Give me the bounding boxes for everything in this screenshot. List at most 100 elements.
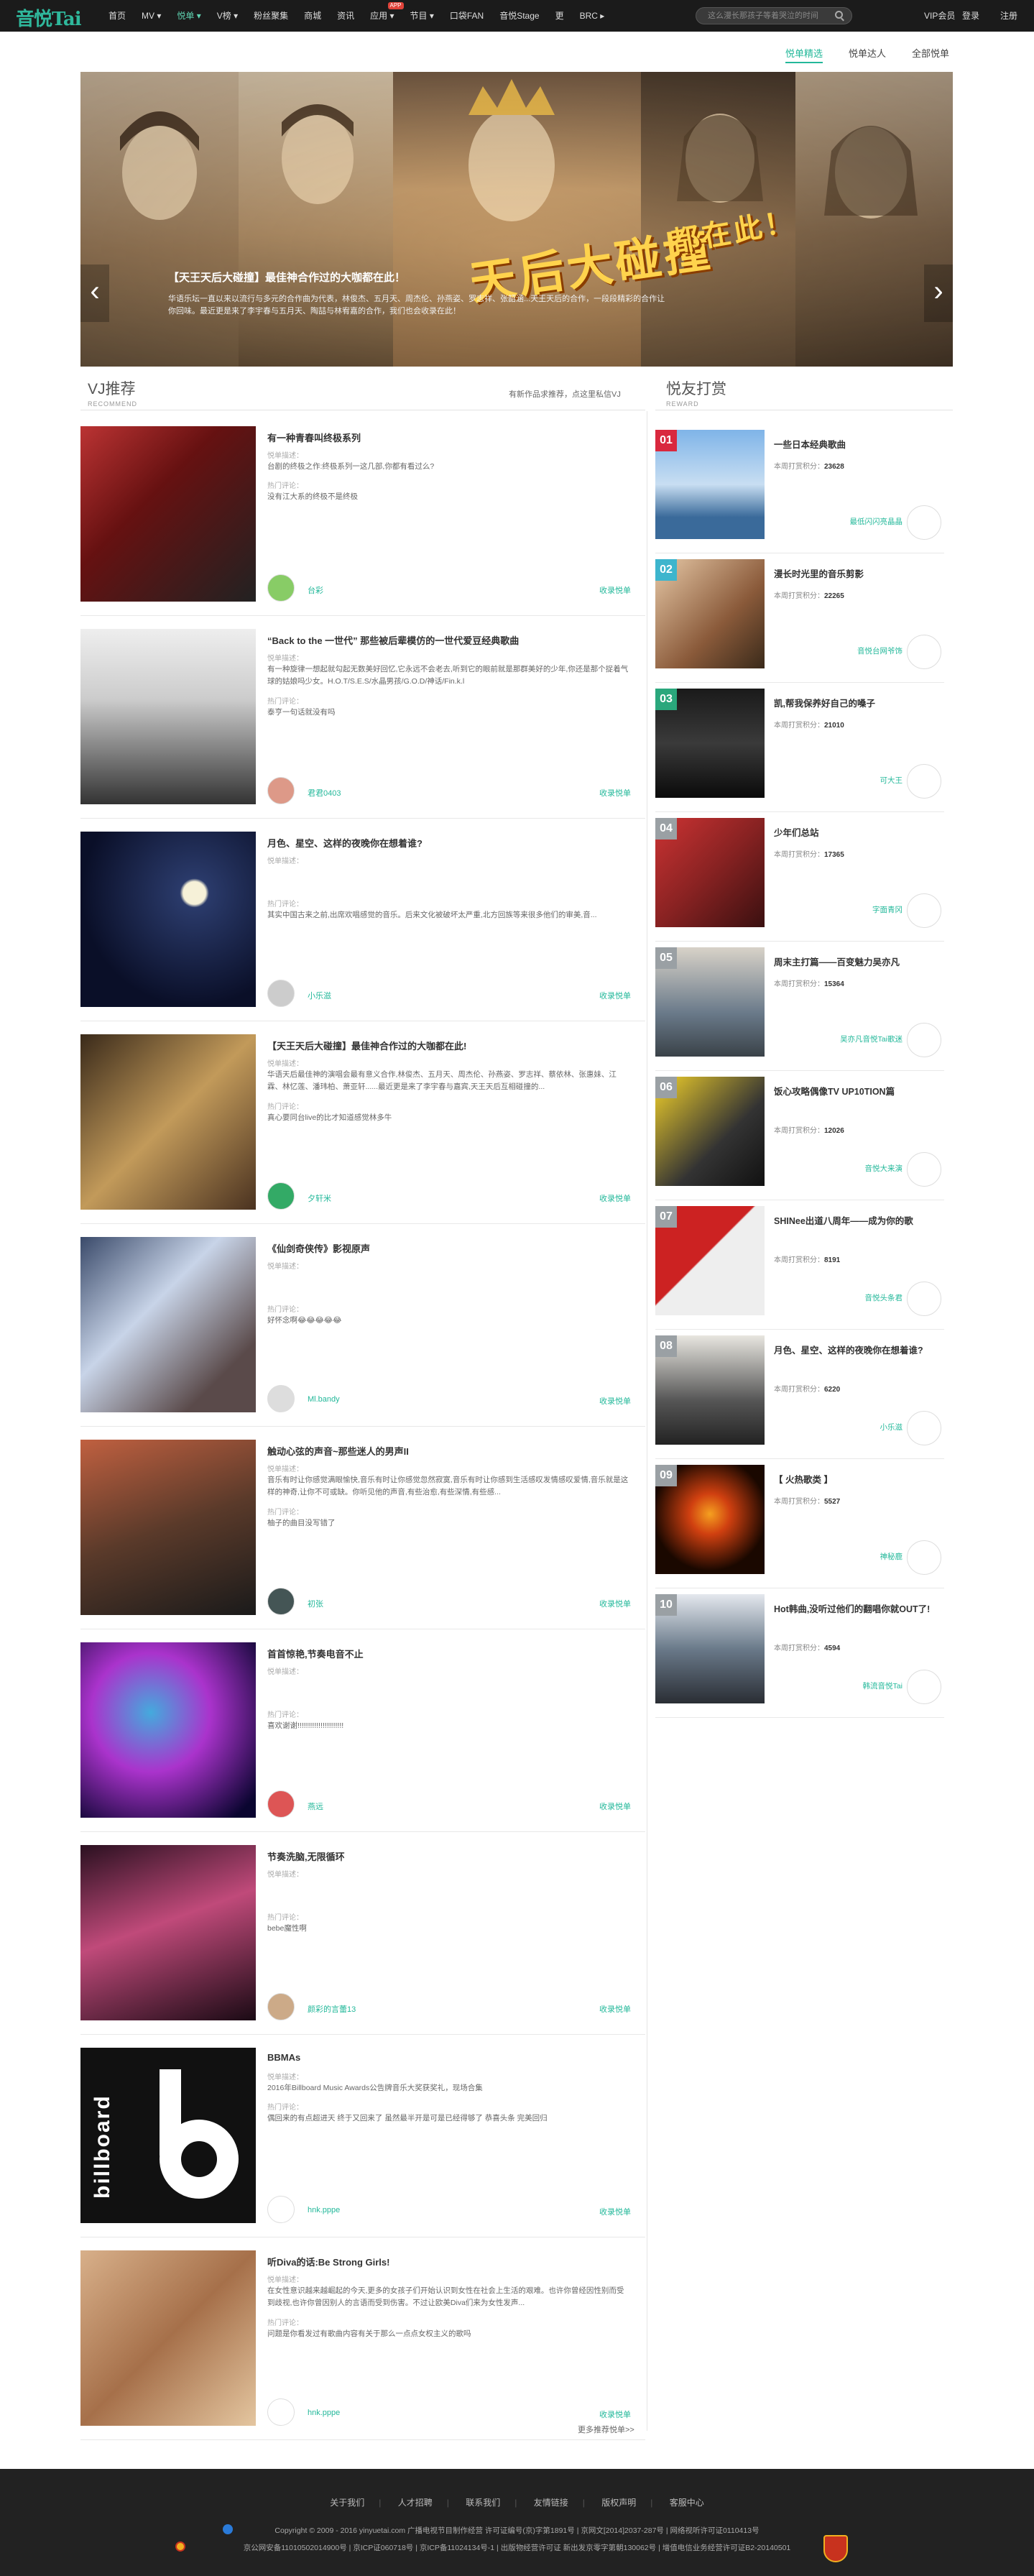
collect-playlist-button[interactable]: 收录悦单 bbox=[599, 1192, 631, 1204]
rank-user-name[interactable]: 神秘鹿 bbox=[880, 1551, 903, 1562]
nav-news[interactable]: 资讯 bbox=[329, 0, 362, 32]
avatar[interactable] bbox=[267, 777, 295, 804]
user-name[interactable]: 夕轩米 bbox=[308, 1192, 331, 1204]
rank-user-name[interactable]: 字面青冈 bbox=[872, 904, 903, 915]
avatar[interactable] bbox=[907, 1540, 941, 1575]
user-name[interactable]: 君君0403 bbox=[308, 787, 341, 799]
avatar[interactable] bbox=[907, 764, 941, 799]
collect-playlist-button[interactable]: 收录悦单 bbox=[599, 990, 631, 1001]
user-name[interactable]: 颜彩的言蕾13 bbox=[308, 2003, 356, 2015]
rank-user-name[interactable]: 小乐滋 bbox=[880, 1422, 903, 1432]
nav-stage[interactable]: 音悦Stage bbox=[491, 0, 547, 32]
playlist-title[interactable]: 【天王天后大碰撞】最佳神合作过的大咖都在此! bbox=[267, 1039, 466, 1052]
avatar[interactable] bbox=[267, 574, 295, 602]
playlist-title[interactable]: BBMAs bbox=[267, 2052, 300, 2063]
playlist-card[interactable]: 有一种青春叫终极系列 悦单描述： 台剧的终极之作:终极系列一这几部,你都有看过么? 热… bbox=[80, 413, 645, 616]
playlist-card[interactable]: 节奏洗脑,无限循环 悦单描述： 热门评论： bebe魔性啊 颜彩的言蕾13 收录悦单 bbox=[80, 1832, 645, 2035]
nav-apps[interactable]: 应用 ▾ APP bbox=[362, 0, 404, 32]
playlist-title[interactable]: 有一种青春叫终极系列 bbox=[267, 431, 361, 444]
user-name[interactable]: 初张 bbox=[308, 1598, 323, 1609]
nav-pocketfan[interactable]: 口袋FAN bbox=[442, 0, 491, 32]
reward-rank-item[interactable]: 02 漫长时光里的音乐剪影 本周打赏积分：22265 音悦台网爷饰 bbox=[655, 553, 944, 683]
footer-link-about[interactable]: 关于我们 bbox=[330, 2498, 364, 2508]
search-icon[interactable] bbox=[835, 11, 843, 19]
collect-playlist-button[interactable]: 收录悦单 bbox=[599, 1395, 631, 1407]
avatar[interactable] bbox=[267, 1182, 295, 1210]
playlist-title[interactable]: 《仙剑奇侠传》影视原声 bbox=[267, 1241, 370, 1255]
playlist-card[interactable]: 听Diva的话:Be Strong Girls! 悦单描述： 在女性意识越来越崛起的… bbox=[80, 2237, 645, 2440]
nav-more[interactable]: 更 bbox=[548, 0, 572, 32]
playlist-card[interactable]: 月色、星空、这样的夜晚你在想着谁? 悦单描述： 热门评论： 其实中国古来之前,出席欢唱… bbox=[80, 819, 645, 1021]
vj-recommend-link[interactable]: 有新作品求推荐，点这里私信VJ bbox=[509, 388, 621, 400]
reward-rank-item[interactable]: 06 饭心攻略偶像TV UP10TION篇 本周打赏积分：12026 音悦大来演 bbox=[655, 1071, 944, 1200]
nav-playlist[interactable]: 悦单 ▾ bbox=[169, 0, 208, 32]
playlist-card[interactable]: 【天王天后大碰撞】最佳神合作过的大咖都在此! 悦单描述： 华语天后最佳神的演唱会最有… bbox=[80, 1021, 645, 1224]
user-name[interactable]: hnk.pppe bbox=[308, 2409, 340, 2417]
playlist-title[interactable]: 节奏洗脑,无限循环 bbox=[267, 1849, 345, 1863]
collect-playlist-button[interactable]: 收录悦单 bbox=[599, 2409, 631, 2420]
avatar[interactable] bbox=[267, 980, 295, 1007]
reward-rank-item[interactable]: 04 少年们总站 本周打赏积分：17365 字面青冈 bbox=[655, 812, 944, 942]
avatar[interactable] bbox=[907, 1023, 941, 1057]
rank-user-name[interactable]: 最低闪闪亮晶晶 bbox=[850, 516, 903, 527]
login-link[interactable]: 登录 bbox=[962, 0, 979, 32]
avatar[interactable] bbox=[907, 505, 941, 540]
banner-title[interactable]: 【天王天后大碰撞】最佳神合作过的大咖都在此！ bbox=[168, 270, 671, 285]
footer-link-copyright[interactable]: 版权声明 bbox=[601, 2498, 636, 2508]
avatar[interactable] bbox=[267, 1588, 295, 1615]
avatar[interactable] bbox=[267, 2398, 295, 2426]
playlist-title[interactable]: 听Diva的话:Be Strong Girls! bbox=[267, 2255, 389, 2268]
playlist-card[interactable]: “Back to the 一世代” 那些被后辈模仿的一世代爱豆经典歌曲 悦单描述：… bbox=[80, 616, 645, 819]
tab-featured[interactable]: 悦单精选 bbox=[785, 46, 823, 63]
avatar[interactable] bbox=[907, 1670, 941, 1704]
playlist-card[interactable]: 触动心弦的声音~那些迷人的男声II 悦单描述： 音乐有时让你感觉满眼愉快,音乐有时让… bbox=[80, 1427, 645, 1629]
avatar[interactable] bbox=[267, 1993, 295, 2020]
collect-playlist-button[interactable]: 收录悦单 bbox=[599, 584, 631, 596]
user-name[interactable]: Ml.bandy bbox=[308, 1395, 340, 1404]
reward-rank-item[interactable]: 01 一些日本经典歌曲 本周打赏积分：23628 最低闪闪亮晶晶 bbox=[655, 424, 944, 553]
rank-title[interactable]: SHINee出道八周年——成为你的歌 bbox=[774, 1215, 939, 1228]
search-input[interactable]: 这么漫长那孩子等着哭泣的时间 bbox=[696, 7, 852, 24]
avatar[interactable] bbox=[267, 1385, 295, 1412]
avatar[interactable] bbox=[907, 635, 941, 669]
carousel-prev-icon[interactable]: ‹ bbox=[80, 264, 109, 322]
collect-playlist-button[interactable]: 收录悦单 bbox=[599, 2003, 631, 2015]
playlist-cover[interactable] bbox=[80, 1237, 256, 1412]
playlist-cover[interactable] bbox=[80, 1845, 256, 2020]
avatar[interactable] bbox=[267, 1790, 295, 1818]
avatar[interactable] bbox=[907, 1152, 941, 1187]
security-shield-icon[interactable] bbox=[823, 2535, 848, 2562]
rank-title[interactable]: Hot韩曲,没听过他们的翻唱你就OUT了! bbox=[774, 1603, 939, 1616]
reward-rank-item[interactable]: 10 Hot韩曲,没听过他们的翻唱你就OUT了! 本周打赏积分：4594 韩流音悦Ta… bbox=[655, 1588, 944, 1718]
playlist-cover[interactable] bbox=[80, 1440, 256, 1615]
nav-brc[interactable]: BRC ▸ bbox=[572, 0, 613, 32]
hero-carousel[interactable]: 天后大碰撞 都在此！ 【天王天后大碰撞】最佳神合作过的大咖都在此！ 华语乐坛一直… bbox=[80, 72, 953, 367]
footer-link-contact[interactable]: 联系我们 bbox=[466, 2498, 500, 2508]
playlist-cover[interactable] bbox=[80, 1642, 256, 1818]
carousel-next-icon[interactable]: › bbox=[924, 264, 953, 322]
playlist-card[interactable]: 《仙剑奇侠传》影视原声 悦单描述： 热门评论： 好怀念啊😂😂😂😂😂 Ml.bandy 收录… bbox=[80, 1224, 645, 1427]
register-link[interactable]: 注册 bbox=[1000, 0, 1017, 32]
tab-experts[interactable]: 悦单达人 bbox=[849, 46, 886, 63]
playlist-cover[interactable] bbox=[80, 1034, 256, 1210]
playlist-cover[interactable] bbox=[80, 426, 256, 602]
user-name[interactable]: 小乐滋 bbox=[308, 990, 331, 1001]
footer-link-service[interactable]: 客服中心 bbox=[670, 2498, 704, 2508]
reward-rank-item[interactable]: 08 月色、星空、这样的夜晚你在想着谁? 本周打赏积分：6220 小乐滋 bbox=[655, 1330, 944, 1459]
vip-link[interactable]: VIP会员 bbox=[924, 0, 955, 32]
playlist-title[interactable]: 触动心弦的声音~那些迷人的男声II bbox=[267, 1444, 409, 1458]
site-logo[interactable]: 音悦Tai bbox=[16, 4, 82, 31]
footer-link-friends[interactable]: 友情链接 bbox=[534, 2498, 568, 2508]
collect-playlist-button[interactable]: 收录悦单 bbox=[599, 787, 631, 799]
avatar[interactable] bbox=[907, 1411, 941, 1445]
reward-rank-item[interactable]: 03 凯,帮我保养好自己的嗓子 本周打赏积分：21010 可大王 bbox=[655, 683, 944, 812]
avatar[interactable] bbox=[267, 2196, 295, 2223]
collect-playlist-button[interactable]: 收录悦单 bbox=[599, 2206, 631, 2217]
playlist-title[interactable]: “Back to the 一世代” 那些被后辈模仿的一世代爱豆经典歌曲 bbox=[267, 633, 519, 647]
playlist-cover[interactable] bbox=[80, 832, 256, 1007]
rank-title[interactable]: 少年们总站 bbox=[774, 827, 939, 840]
collect-playlist-button[interactable]: 收录悦单 bbox=[599, 1598, 631, 1609]
rank-user-name[interactable]: 音悦台网爷饰 bbox=[857, 645, 903, 656]
reward-rank-item[interactable]: 07 SHINee出道八周年——成为你的歌 本周打赏积分：8191 音悦头条君 bbox=[655, 1200, 944, 1330]
rank-user-name[interactable]: 音悦头条君 bbox=[865, 1292, 903, 1303]
